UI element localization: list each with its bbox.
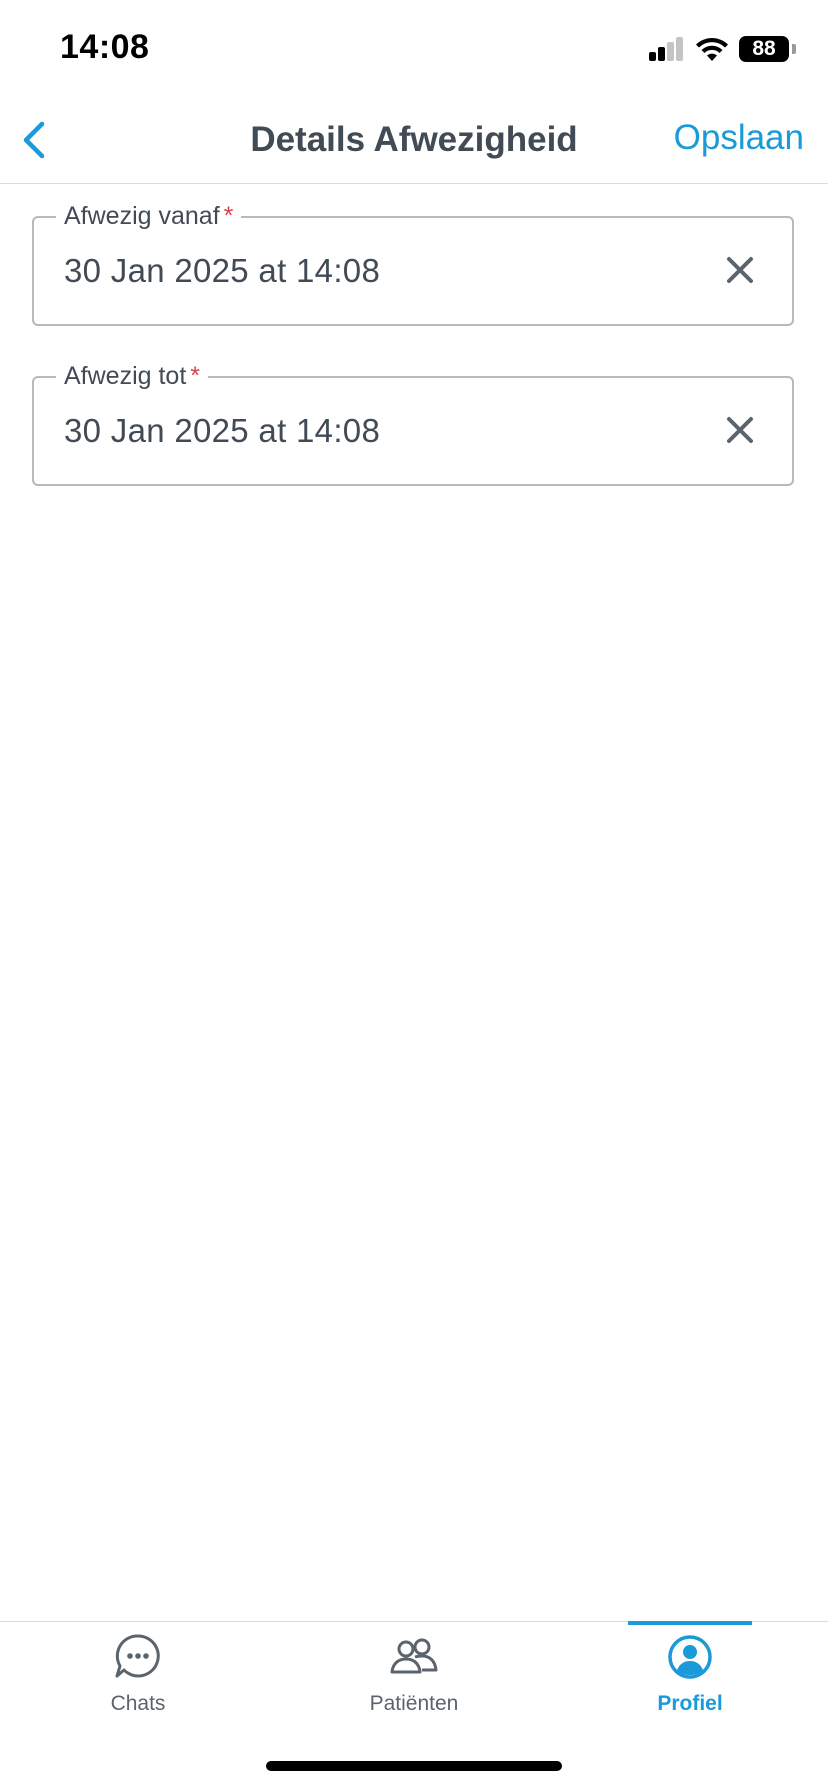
tab-patients[interactable]: Patiënten	[276, 1622, 552, 1732]
status-time: 14:08	[60, 28, 150, 66]
home-indicator[interactable]	[266, 1761, 562, 1771]
status-bar: 14:08 88	[0, 0, 828, 100]
tab-profile-label: Profiel	[657, 1692, 723, 1715]
close-icon	[727, 257, 753, 283]
wifi-icon	[696, 38, 728, 61]
required-mark: *	[190, 362, 201, 390]
absent-from-field[interactable]: Afwezig vanaf * 30 Jan 2025 at 14:08	[32, 201, 794, 326]
absent-from-clear-button[interactable]	[718, 248, 762, 292]
required-mark: *	[223, 202, 234, 230]
tab-chats[interactable]: Chats	[0, 1622, 276, 1732]
absent-until-clear-button[interactable]	[718, 408, 762, 452]
absent-until-label-text: Afwezig tot	[64, 362, 187, 390]
absent-until-label: Afwezig tot *	[56, 361, 209, 391]
chat-bubble-icon	[115, 1634, 160, 1678]
chevron-left-icon	[23, 121, 45, 159]
save-button[interactable]: Opslaan	[674, 118, 804, 158]
back-button[interactable]	[8, 114, 60, 166]
status-icons: 88	[649, 34, 796, 64]
battery-tip	[792, 44, 796, 54]
screen: 14:08 88 Details Afwezigheid Opslaan Afw…	[0, 0, 828, 1792]
absent-from-label: Afwezig vanaf *	[56, 201, 242, 231]
battery-icon: 88	[739, 36, 796, 62]
tab-patients-label: Patiënten	[369, 1692, 459, 1715]
absent-until-field[interactable]: Afwezig tot * 30 Jan 2025 at 14:08	[32, 361, 794, 486]
profile-icon	[668, 1635, 712, 1679]
signal-icon	[649, 37, 683, 61]
tab-profile[interactable]: Profiel	[552, 1622, 828, 1732]
absent-from-value: 30 Jan 2025 at 14:08	[64, 252, 381, 289]
tab-chats-label: Chats	[110, 1692, 166, 1715]
absent-until-value: 30 Jan 2025 at 14:08	[64, 412, 381, 449]
people-icon	[390, 1638, 438, 1674]
close-icon	[727, 417, 753, 443]
absent-from-label-text: Afwezig vanaf	[64, 202, 220, 230]
nav-header: Details Afwezigheid Opslaan	[0, 100, 828, 184]
battery-level: 88	[739, 36, 789, 62]
